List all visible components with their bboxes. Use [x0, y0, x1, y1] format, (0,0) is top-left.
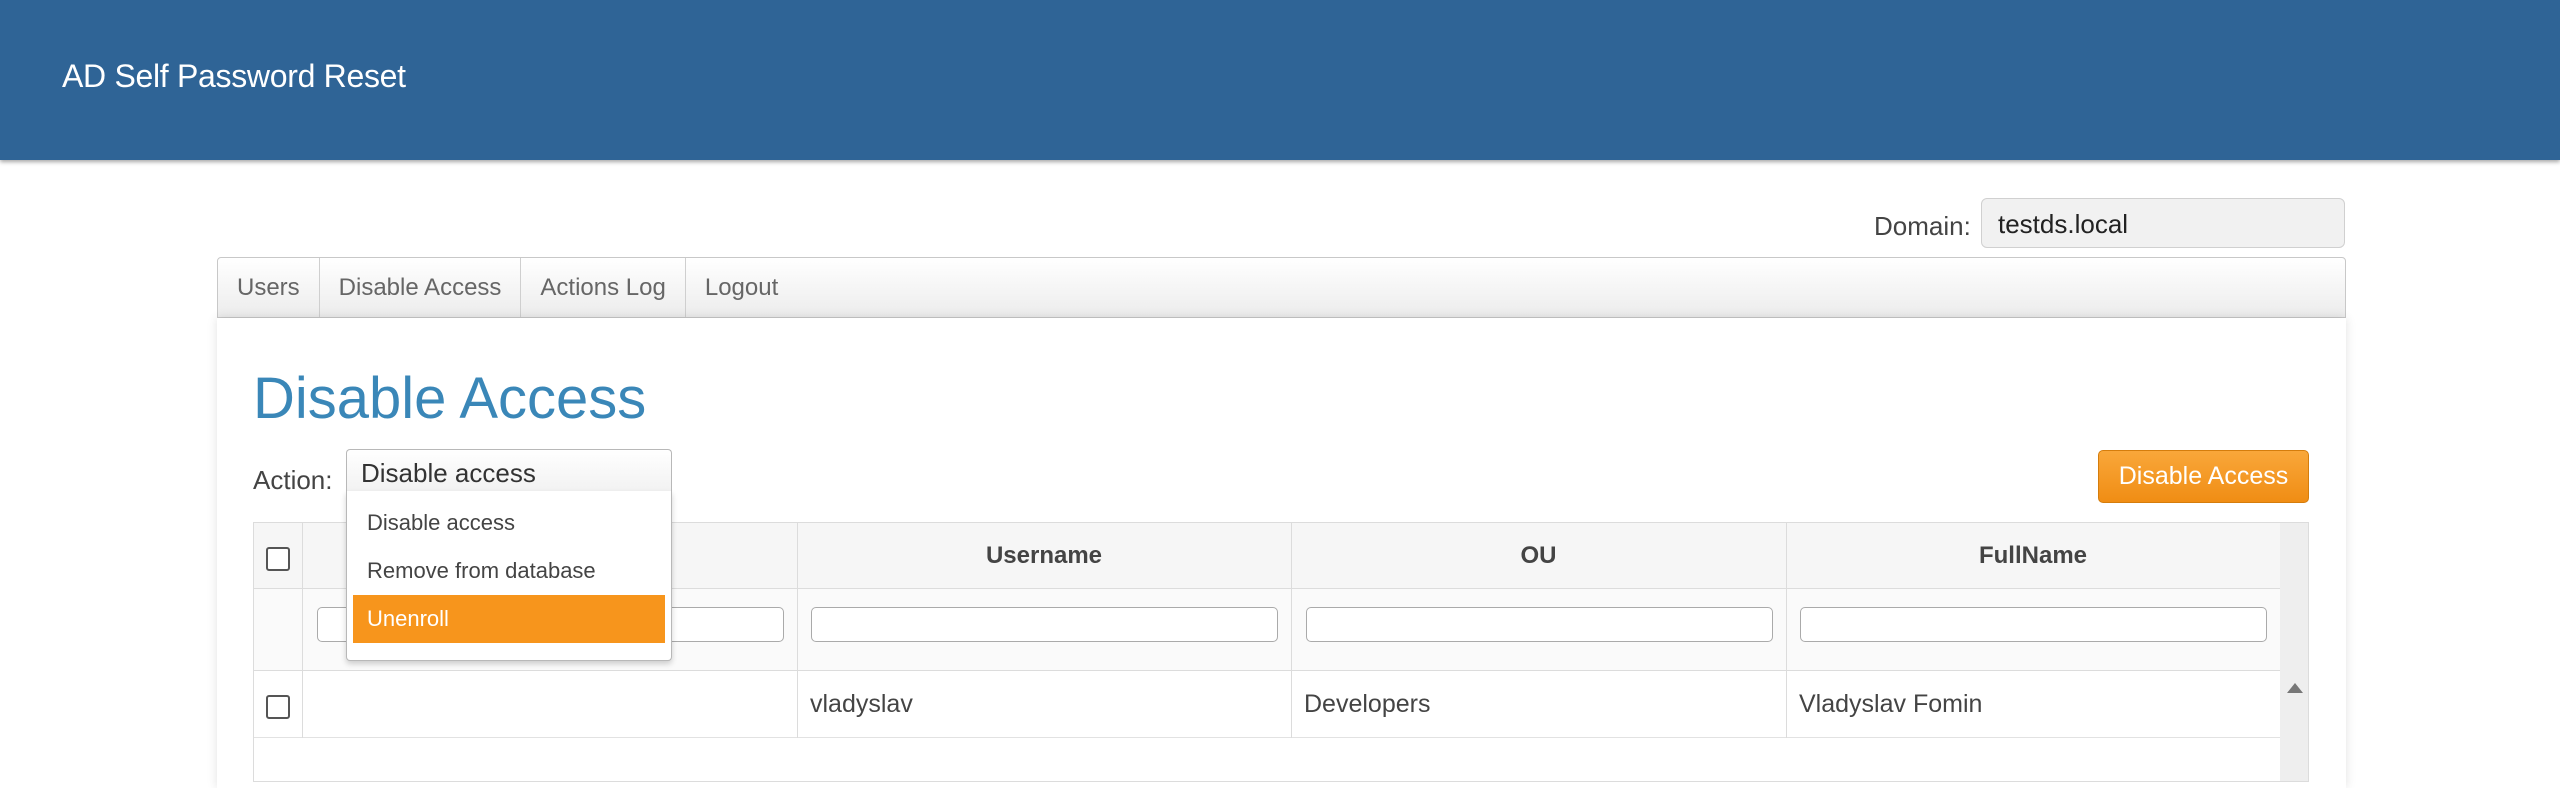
scroll-up-arrow-icon[interactable]: [2287, 683, 2303, 693]
column-header-fullname[interactable]: FullName: [1786, 523, 2280, 589]
filter-input-fullname[interactable]: [1800, 607, 2267, 642]
disable-access-button[interactable]: Disable Access: [2098, 450, 2309, 503]
filter-input-ou[interactable]: [1306, 607, 1773, 642]
action-label: Action:: [253, 465, 333, 495]
option-disable-access[interactable]: Disable access: [353, 499, 665, 547]
tab-users[interactable]: Users: [218, 258, 320, 317]
cell-ou: Developers: [1304, 690, 1431, 718]
domain-label: Domain:: [1874, 211, 1971, 241]
app-header: AD Self Password Reset: [0, 0, 2560, 160]
option-remove-from-database[interactable]: Remove from database: [353, 547, 665, 595]
page-title: Disable Access: [253, 366, 647, 431]
column-header-ou[interactable]: OU: [1291, 523, 1786, 589]
row-checkbox[interactable]: [266, 695, 290, 719]
select-all-checkbox[interactable]: [266, 547, 290, 571]
app-title: AD Self Password Reset: [62, 58, 406, 94]
column-header-username[interactable]: Username: [797, 523, 1291, 589]
nav-tabs: Users Disable Access Actions Log Logout: [217, 257, 2346, 318]
option-unenroll[interactable]: Unenroll: [353, 595, 665, 643]
tab-disable-access[interactable]: Disable Access: [320, 258, 522, 317]
cell-username: vladyslav: [810, 690, 913, 718]
action-select[interactable]: Disable access: [346, 449, 672, 491]
tab-logout[interactable]: Logout: [686, 258, 797, 317]
filter-input-username[interactable]: [811, 607, 1278, 642]
tab-actions-log[interactable]: Actions Log: [521, 258, 686, 317]
cell-fullname: Vladyslav Fomin: [1799, 690, 1983, 718]
action-dropdown: Disable access Remove from database Unen…: [346, 491, 672, 661]
domain-field[interactable]: testds.local: [1981, 198, 2345, 248]
grid-scrollbar[interactable]: [2280, 523, 2308, 781]
